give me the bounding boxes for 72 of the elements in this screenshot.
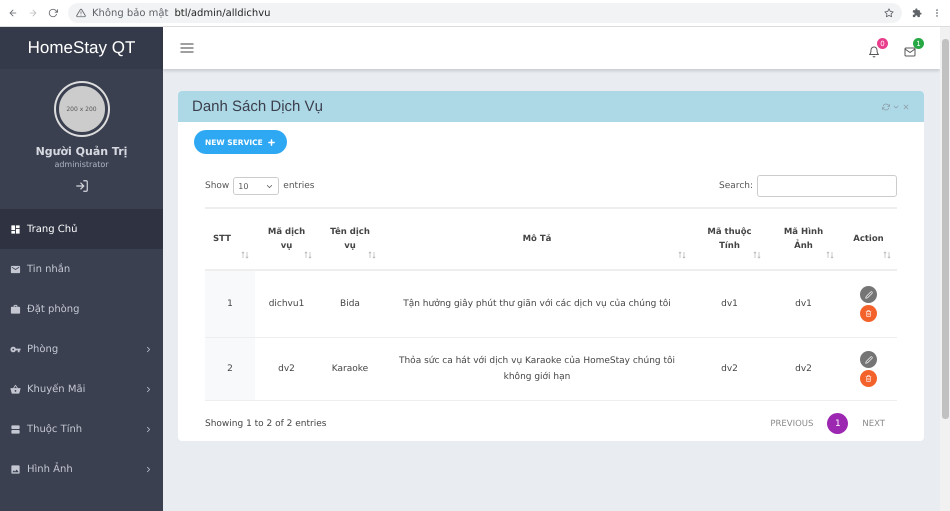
user-role: administrator: [54, 160, 109, 169]
sort-icon: [304, 251, 312, 259]
sidebar-item[interactable]: Tin nhắn: [0, 249, 163, 289]
sort-icon: [241, 251, 249, 259]
table-cell: Karaoke: [318, 338, 382, 400]
sort-icon: [678, 251, 686, 259]
show-label: Show: [205, 181, 230, 191]
table-info: Showing 1 to 2 of 2 entries: [205, 418, 326, 428]
table-cell: Thỏa sức ca hát với dịch vụ Karaoke của HomeStay chúng tôi không giới hạn: [382, 338, 692, 400]
sidebar-item[interactable]: Khuyến Mãi: [0, 369, 163, 409]
reload-icon[interactable]: [48, 8, 58, 18]
sidebar-item[interactable]: Phòng: [0, 329, 163, 369]
sidebar-item[interactable]: Trang Chủ: [0, 209, 163, 249]
table-cell: dichvu1: [255, 270, 318, 338]
address-bar[interactable]: Không bảo mật btl/admin/alldichvu: [68, 3, 902, 23]
table-cell: 2: [205, 338, 255, 400]
envelope-icon: [904, 46, 916, 58]
scrollbar[interactable]: [940, 27, 950, 511]
security-label: Không bảo mật: [92, 8, 168, 18]
edit-button[interactable]: [860, 286, 877, 303]
table-cell: dv1: [767, 270, 840, 338]
sidebar-item[interactable]: Thuộc Tính: [0, 409, 163, 449]
search-label: Search:: [719, 181, 753, 191]
sort-icon: [826, 251, 834, 259]
column-header[interactable]: Mã Hình Ảnh: [767, 208, 840, 270]
column-header[interactable]: Mã thuộc Tính: [692, 208, 767, 270]
plus-icon: [266, 138, 276, 146]
sort-icon: [753, 251, 761, 259]
url-text: btl/admin/alldichvu: [174, 8, 270, 18]
block-icon: [10, 424, 21, 434]
basket-icon: [10, 384, 21, 394]
puzzle-icon[interactable]: [912, 8, 922, 18]
pencil-icon: [864, 290, 872, 298]
warning-icon: [76, 8, 86, 18]
sidebar-item[interactable]: Hình Ảnh: [0, 449, 163, 489]
envelope-icon: [10, 264, 21, 274]
column-header[interactable]: Mô Tả: [382, 208, 692, 270]
table-cell: dv2: [255, 338, 318, 400]
delete-button[interactable]: [860, 305, 877, 322]
table-cell: dv2: [692, 338, 767, 400]
bell-icon: [868, 46, 880, 58]
next-button[interactable]: NEXT: [862, 418, 885, 428]
pencil-icon: [864, 356, 872, 364]
delete-button[interactable]: [860, 370, 877, 387]
briefcase-icon: [10, 304, 21, 314]
column-header[interactable]: Mã dịch vụ: [255, 208, 318, 270]
card-title: Danh Sách Dịch Vụ: [192, 98, 323, 115]
table-cell: 1: [205, 270, 255, 338]
entries-label: entries: [283, 181, 314, 191]
sort-icon: [368, 251, 376, 259]
brand-title: HomeStay QT: [0, 27, 163, 69]
table-cell: Tận hưởng giây phút thư giãn với các dịch vụ của chúng tôi: [382, 270, 692, 338]
table-cell: dv1: [692, 270, 767, 338]
previous-button[interactable]: PREVIOUS: [770, 418, 814, 428]
search-field[interactable]: [757, 175, 897, 197]
column-header[interactable]: Tên dịch vụ: [318, 208, 382, 270]
table-cell: Bida: [318, 270, 382, 338]
trash-icon: [865, 375, 872, 382]
dashboard-icon: [10, 224, 21, 234]
table-cell: dv2: [767, 338, 840, 400]
user-name: Người Quản Trị: [36, 145, 128, 158]
sidebar-item[interactable]: Đặt phòng: [0, 289, 163, 329]
column-header[interactable]: Action: [840, 208, 897, 270]
page-button[interactable]: 1: [827, 413, 848, 434]
logout-icon[interactable]: [74, 179, 88, 193]
sort-icon: [883, 251, 891, 259]
page-size-select[interactable]: 10: [233, 177, 280, 195]
edit-button[interactable]: [860, 351, 877, 368]
trash-icon: [865, 310, 872, 317]
star-icon[interactable]: [884, 8, 894, 18]
image-icon: [10, 464, 21, 474]
back-icon[interactable]: [8, 8, 18, 18]
